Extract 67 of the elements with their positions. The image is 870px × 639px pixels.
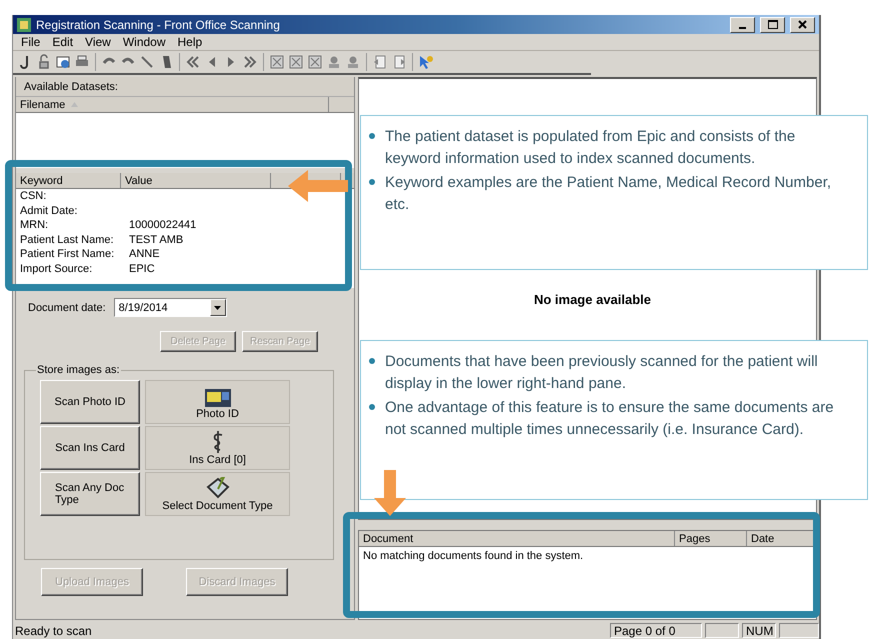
menu-item[interactable]: Edit bbox=[46, 34, 80, 50]
empty-message: No image available bbox=[534, 292, 652, 306]
group-title: Store images as: bbox=[36, 364, 121, 376]
column-header[interactable]: Keyword bbox=[16, 173, 121, 188]
column-header[interactable]: Value bbox=[121, 173, 271, 188]
scan-button[interactable]: Scan Ins Card bbox=[40, 426, 140, 470]
app-icon bbox=[17, 18, 31, 32]
value-cell-text: TEST AMB bbox=[128, 234, 184, 246]
minimize-button[interactable] bbox=[730, 16, 755, 32]
panel-header: Available Datasets: bbox=[16, 77, 354, 97]
help-icon[interactable] bbox=[418, 54, 434, 70]
page-indicator: Page 0 of 0 bbox=[610, 623, 702, 638]
keyword-cell-text: Admit Date: bbox=[19, 204, 78, 217]
caret-icon bbox=[214, 306, 222, 310]
empty-message: No matching documents found in the system. bbox=[362, 549, 584, 564]
menu-item[interactable]: File bbox=[15, 34, 46, 50]
maximize-button[interactable] bbox=[760, 16, 785, 32]
window-title: Registration Scanning - Front Office Scanning bbox=[36, 18, 281, 32]
keyword-cell-text: Patient Last Name: bbox=[19, 234, 115, 246]
first-icon[interactable] bbox=[185, 54, 201, 70]
status-pane bbox=[705, 623, 739, 638]
line-icon[interactable] bbox=[139, 54, 155, 70]
bullet-icon bbox=[369, 133, 375, 139]
scan-button[interactable]: Scan Photo ID bbox=[40, 380, 140, 424]
clipboard-icon bbox=[204, 477, 230, 499]
sort-icon bbox=[71, 102, 78, 107]
scan-icon[interactable] bbox=[55, 54, 71, 70]
menu-item[interactable]: View bbox=[79, 34, 117, 50]
menu-item[interactable]: Help bbox=[172, 34, 208, 50]
callout-text: Keyword examples are the Patient Name, Medical Record Number, etc. bbox=[385, 173, 832, 215]
keyword-cell-text: MRN: bbox=[19, 219, 50, 232]
maximize-icon bbox=[768, 20, 778, 29]
bullet-icon bbox=[369, 179, 375, 185]
bullet-icon bbox=[369, 358, 375, 364]
value-cell-text: EPIC bbox=[128, 262, 155, 275]
field-label: Document date: bbox=[28, 302, 106, 314]
bullet-icon bbox=[369, 404, 375, 410]
value-cell-text: ANNE bbox=[128, 248, 160, 260]
person-icon[interactable] bbox=[345, 54, 361, 70]
photo-card-icon bbox=[204, 389, 230, 407]
keyword-cell-text: Import Source: bbox=[19, 262, 94, 275]
value-cell-text: 10000022441 bbox=[128, 219, 196, 232]
document-type-button[interactable]: Photo ID bbox=[145, 380, 290, 424]
dropdown-button[interactable] bbox=[210, 299, 226, 316]
status-message: Ready to scan bbox=[15, 624, 93, 638]
keyword-cell-text: CSN: bbox=[19, 190, 48, 202]
date-field[interactable]: 8/19/2014 bbox=[114, 298, 227, 317]
document-type-button[interactable]: Select Document Type bbox=[145, 472, 290, 516]
callout-text: The patient dataset is populated from Epic and consists of the keyword information used to index scanned documents. bbox=[385, 127, 796, 169]
column-header[interactable]: Document bbox=[359, 531, 675, 546]
scan-button[interactable]: Scan Any Doc Type bbox=[40, 472, 140, 516]
close-icon bbox=[798, 20, 807, 29]
minimize-icon bbox=[739, 26, 746, 28]
column-header[interactable]: Date bbox=[747, 531, 816, 546]
num-lock-indicator: NUM bbox=[742, 623, 776, 638]
status-pane bbox=[779, 623, 819, 638]
keyword-cell-text: Patient First Name: bbox=[19, 248, 116, 260]
menu-item[interactable]: Window bbox=[116, 34, 172, 50]
column-header[interactable]: Pages bbox=[675, 531, 747, 546]
callout-text: Documents that have been previously scanned for the patient will display in the lower right-hand pane. bbox=[385, 352, 819, 394]
close-button[interactable] bbox=[790, 16, 815, 32]
arrow-icon bbox=[374, 470, 406, 516]
page-back-icon[interactable] bbox=[372, 54, 388, 70]
arrow-icon bbox=[288, 170, 348, 202]
document-type-button[interactable]: Ins Card [0] bbox=[145, 426, 290, 470]
callout-text: One advantage of this feature is to ensure the same documents are not scanned multiple times unnecessarily (i.e. Insurance Card). bbox=[385, 398, 835, 440]
last-icon[interactable] bbox=[242, 54, 258, 70]
